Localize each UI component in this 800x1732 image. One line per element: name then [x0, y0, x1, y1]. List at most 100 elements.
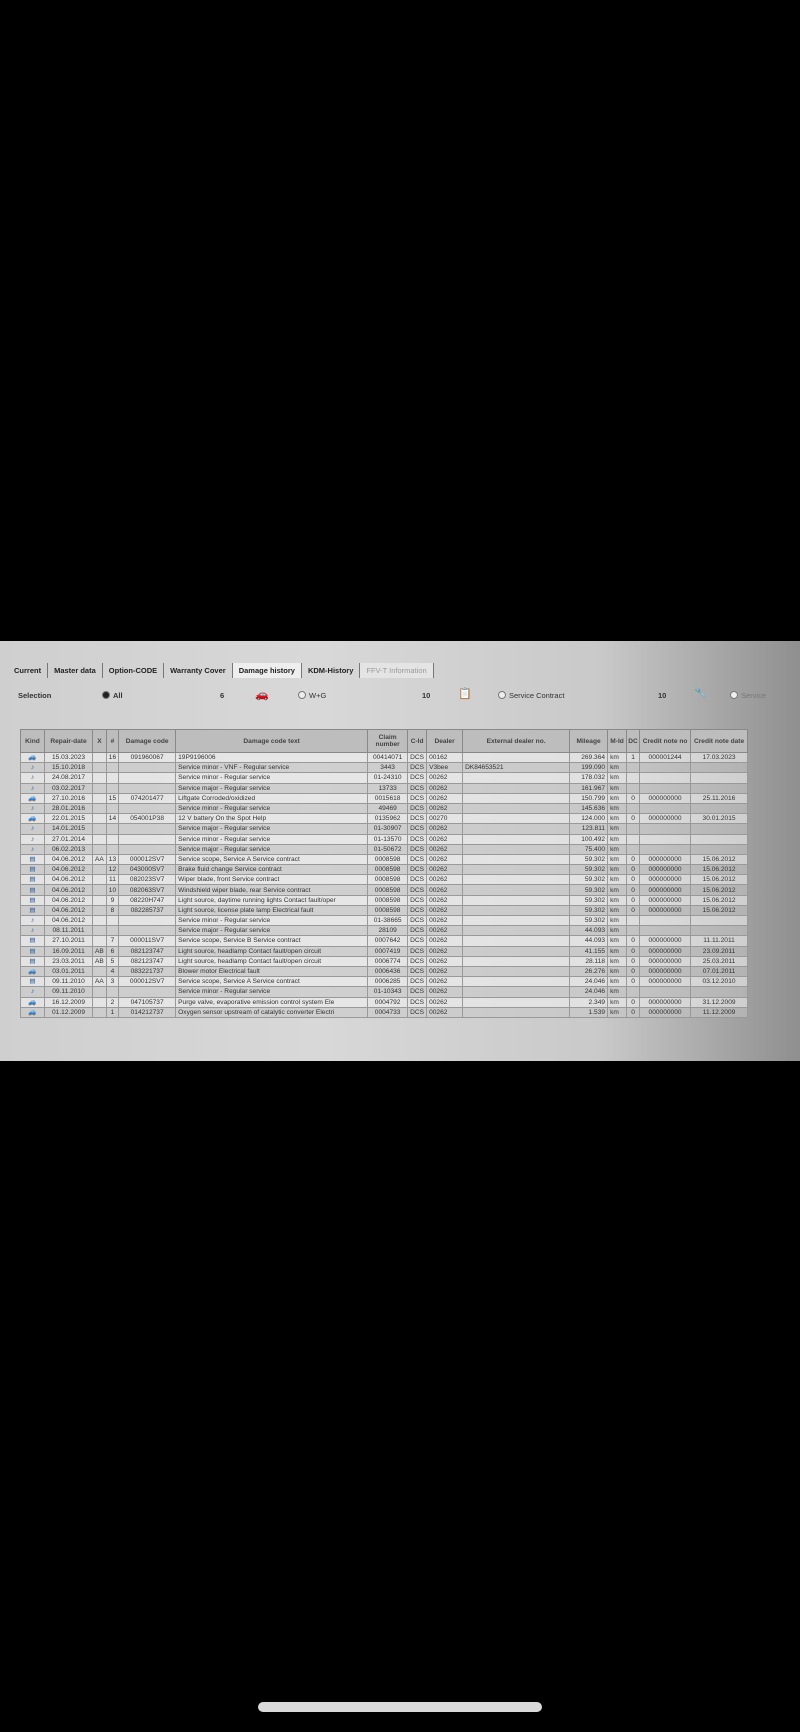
cell-damage-code-text: Service minor - Regular service [175, 914, 369, 927]
cell-dealer: 00262 [426, 1006, 464, 1018]
column-header-kind[interactable]: Kind [20, 729, 45, 753]
cell-dc [626, 772, 641, 784]
column-header-damage-code-text[interactable]: Damage code text [175, 729, 369, 753]
column-header-damage-code[interactable]: Damage code [118, 729, 177, 753]
cell-external-dealer-no [462, 843, 571, 855]
table-row[interactable]: ▤ 27.10.2011 7 000011SV7 Service scope, Serv… [20, 935, 749, 947]
table-row[interactable]: ▤ 04.06.2012 AA 13 000012SV7 Service scope, S… [20, 853, 749, 866]
table-row[interactable]: 🚙 15.03.2023 16 091960067 19P9196006 00414071… [20, 751, 749, 764]
cell-c-id: DCS [407, 853, 428, 866]
cell-credit-note-date: 25.11.2016 [690, 792, 749, 804]
cell-mileage: 59.302 [569, 904, 609, 917]
tab-master-data[interactable]: Master data [48, 663, 103, 678]
table-row[interactable]: ♪ 24.08.2017 Service minor - Regular servi… [20, 772, 749, 784]
table-row[interactable]: 🚙 27.10.2016 15 074201477 Liftgate Corroded/… [20, 792, 749, 804]
tab-warranty-cover[interactable]: Warranty Cover [164, 663, 233, 678]
radio-service-contract-label: Service Contract [509, 691, 565, 700]
cell-repair-date: 15.10.2018 [44, 762, 93, 774]
tab-damage-history[interactable]: Damage history [232, 663, 302, 678]
cell-damage-code: 000012SV7 [118, 976, 177, 988]
table-row[interactable]: ♪ 08.11.2011 Service major - Regular servi… [20, 925, 749, 937]
cell-credit-note-date: 17.03.2023 [690, 751, 749, 764]
cell-credit-note-date: 15.06.2012 [690, 884, 749, 896]
table-row[interactable]: ▤ 23.03.2011 AB 5 082123747 Light source, hea… [20, 955, 749, 967]
radio-all[interactable]: All [102, 691, 123, 700]
table-row[interactable]: ♪ 03.02.2017 Service major - Regular servi… [20, 782, 749, 794]
cell-dc: 0 [626, 792, 641, 804]
column-header-repair-date[interactable]: Repair-date [44, 729, 93, 753]
cell-external-dealer-no [462, 965, 571, 978]
cell-repair-date: 28.01.2016 [44, 802, 93, 815]
table-row[interactable]: ♪ 14.01.2015 Service major - Regular servi… [20, 823, 749, 835]
column-header-mileage[interactable]: Mileage [569, 729, 609, 753]
cell-dc [626, 782, 641, 794]
table-row[interactable]: ▤ 04.06.2012 8 082285737 Light source, licen… [20, 904, 749, 917]
table-row[interactable]: ♪ 15.10.2018 Service minor - VNF - Regular… [20, 762, 749, 774]
cell-c-id: DCS [407, 762, 428, 774]
cell-number: 7 [105, 935, 120, 947]
column-header-credit-note-no[interactable]: Credit note no [639, 729, 692, 753]
cell-external-dealer-no [462, 925, 571, 937]
tab-kdm-history[interactable]: KDM-History [302, 663, 361, 678]
column-header-c-id[interactable]: C-Id [407, 729, 428, 753]
tab-current[interactable]: Current [8, 663, 49, 678]
home-indicator[interactable] [258, 1702, 542, 1712]
cell-x [92, 823, 107, 835]
table-row[interactable]: ▤ 04.06.2012 11 082023SV7 Wiper blade, front… [20, 874, 749, 886]
cell-dealer: 00262 [426, 884, 464, 896]
cell-damage-code-text: Windshield wiper blade, rear Service con… [175, 884, 369, 896]
cell-repair-date: 27.01.2014 [44, 833, 93, 845]
column-header-x[interactable]: X [92, 729, 107, 753]
column-header-credit-note-date[interactable]: Credit note date [690, 729, 749, 753]
cell-claim-number: 01-13570 [367, 833, 409, 845]
cell-dc: 0 [626, 955, 641, 967]
column-header-m-id[interactable]: M-Id [607, 729, 628, 753]
screen: Current Master data Option-CODE Warranty… [0, 641, 800, 1061]
cell-dealer: 00262 [426, 935, 464, 947]
column-header-claim-number[interactable]: Claim number [367, 729, 409, 753]
cell-dc [626, 986, 641, 998]
cell-c-id: DCS [407, 986, 428, 998]
cell-damage-code [118, 914, 177, 927]
table-row[interactable]: ♪ 04.06.2012 Service minor - Regular servi… [20, 914, 749, 927]
contract-icon: ▤ [20, 864, 45, 876]
column-header-dealer[interactable]: Dealer [426, 729, 464, 753]
tab-option-code[interactable]: Option-CODE [103, 663, 165, 678]
radio-service[interactable]: Service [730, 691, 766, 700]
cell-mileage: 41.155 [569, 945, 609, 957]
cell-mileage: 269.364 [569, 751, 609, 764]
column-header-dc[interactable]: DC [626, 729, 641, 753]
radio-wg[interactable]: W+G [298, 691, 326, 700]
table-row[interactable]: ▤ 09.11.2010 AA 3 000012SV7 Service scope, Se… [20, 976, 749, 988]
table-row[interactable]: 🚙 03.01.2011 4 083221737 Blower motor Electr… [20, 965, 749, 978]
cell-dealer: 00262 [426, 802, 464, 815]
table-row[interactable]: 🚙 16.12.2009 2 047105737 Purge valve, evapor… [20, 996, 749, 1008]
table-row[interactable]: ♪ 28.01.2016 Service minor - Regular servi… [20, 802, 749, 815]
cell-number: 11 [105, 874, 120, 886]
cell-claim-number: 49469 [367, 802, 409, 815]
contract-icon: ▤ [20, 894, 45, 906]
cell-m-id: km [607, 874, 628, 886]
cell-damage-code-text: Service minor - Regular service [175, 986, 369, 998]
cell-x: AA [92, 853, 107, 866]
cell-claim-number: 13733 [367, 782, 409, 794]
cell-m-id: km [607, 813, 628, 825]
tab-ffv-t-information[interactable]: FFV-T Information [360, 663, 434, 678]
cell-mileage: 59.302 [569, 874, 609, 886]
table-row[interactable]: 🚙 01.12.2009 1 014212737 Oxygen sensor upstr… [20, 1006, 749, 1018]
cell-mileage: 178.032 [569, 772, 609, 784]
column-header-external-dealer-no[interactable]: External dealer no. [462, 729, 571, 753]
table-row[interactable]: ▤ 04.06.2012 10 082063SV7 Windshield wiper b… [20, 884, 749, 896]
table-row[interactable]: ♪ 27.01.2014 Service minor - Regular servi… [20, 833, 749, 845]
table-row[interactable]: ▤ 04.06.2012 12 043000SV7 Brake fluid change… [20, 864, 749, 876]
table-row[interactable]: ▤ 16.09.2011 AB 6 082123747 Light source, hea… [20, 945, 749, 957]
table-row[interactable]: ▤ 04.06.2012 9 08220H747 Light source, dayti… [20, 894, 749, 906]
table-row[interactable]: ♪ 06.02.2013 Service major - Regular servi… [20, 843, 749, 855]
column-header-number[interactable]: # [105, 729, 120, 753]
radio-service-contract[interactable]: Service Contract [498, 691, 564, 700]
cell-damage-code: 000012SV7 [118, 853, 177, 866]
cell-mileage: 44.093 [569, 935, 609, 947]
table-row[interactable]: ♪ 09.11.2010 Service minor - Regular servi… [20, 986, 749, 998]
table-row[interactable]: 🚙 22.01.2015 14 054001P38 12 V battery On th… [20, 813, 749, 825]
cell-c-id: DCS [407, 945, 428, 957]
